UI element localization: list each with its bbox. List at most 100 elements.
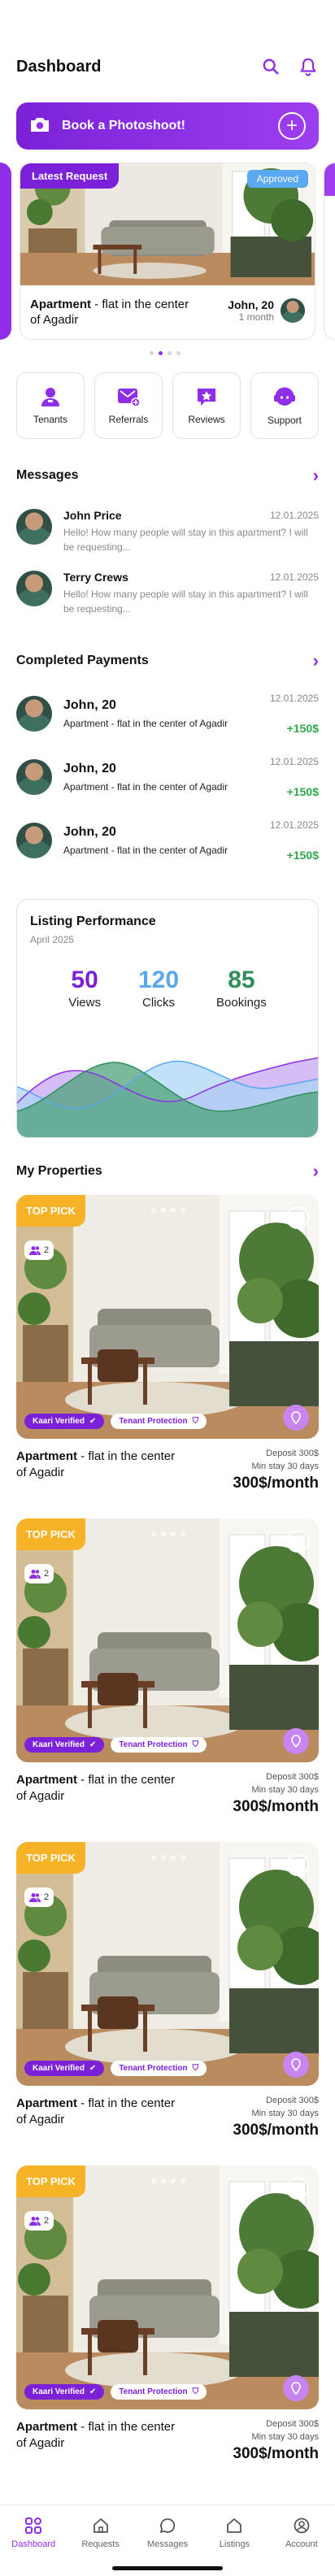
- latest-request-card[interactable]: Latest Request Approved Apartment - flat…: [20, 163, 315, 340]
- avatar: [16, 696, 52, 732]
- support-button[interactable]: Support: [250, 372, 319, 439]
- carousel-dot: [176, 351, 181, 355]
- listing-performance-card[interactable]: Listing Performance April 2025 50 Views …: [16, 899, 319, 1138]
- stat-clicks-label: Clicks: [142, 996, 176, 1010]
- performance-title: Listing Performance: [30, 914, 156, 928]
- property-card[interactable]: TOP PICK 2 Kaari Verified ✔ Tenant Protec…: [16, 1195, 319, 1496]
- support-icon: [274, 387, 295, 406]
- messages-header: Messages ›: [16, 467, 319, 484]
- property-card[interactable]: TOP PICK 2 Kaari Verified ✔ Tenant Protec…: [16, 2165, 319, 2466]
- message-preview: Hello! How many people will stay in this…: [63, 527, 308, 553]
- property-price: 300$/month: [233, 1798, 319, 1815]
- message-item[interactable]: Terry Crews 12.01.2025 Hello! How many p…: [16, 571, 319, 623]
- verified-label: Kaari Verified: [33, 1417, 85, 1426]
- tenants-button[interactable]: Tenants: [16, 372, 85, 439]
- protection-label: Tenant Protection: [119, 1740, 188, 1749]
- payment-item[interactable]: John, 20 Apartment - flat in the center …: [16, 816, 319, 865]
- nav-account-label: Account: [285, 2539, 318, 2549]
- page-title: Dashboard: [16, 57, 102, 76]
- payment-item[interactable]: John, 20 Apartment - flat in the center …: [16, 753, 319, 801]
- protection-label: Tenant Protection: [119, 2387, 188, 2396]
- carousel-prev-card[interactable]: [0, 163, 11, 340]
- verified-label: Kaari Verified: [33, 1740, 85, 1749]
- heart-icon[interactable]: [286, 2177, 309, 2200]
- nav-requests[interactable]: Requests: [67, 2505, 133, 2576]
- stat-bookings-value: 85: [228, 967, 255, 993]
- shield-icon: ⛉: [192, 2387, 199, 2396]
- property-pricing: Deposit 300$ Min stay 30 days 300$/month: [233, 2417, 319, 2463]
- stat-views-value: 50: [71, 967, 98, 993]
- plus-icon: +: [278, 112, 306, 140]
- property-badges: Kaari Verified ✔ Tenant Protection ⛉: [24, 1414, 207, 1429]
- message-sender: Terry Crews: [63, 571, 128, 584]
- chevron-right-icon[interactable]: ›: [313, 467, 319, 484]
- heart-icon[interactable]: [286, 1853, 309, 1876]
- guests-icon: [29, 2217, 41, 2226]
- book-photoshoot-button[interactable]: Book a Photoshoot! +: [16, 102, 319, 150]
- property-pricing: Deposit 300$ Min stay 30 days 300$/month: [233, 1770, 319, 1816]
- guest-count-chip: 2: [24, 1564, 54, 1583]
- top-pick-badge: TOP PICK: [16, 1195, 85, 1227]
- property-photo: TOP PICK 2 Kaari Verified ✔ Tenant Protec…: [16, 1195, 319, 1439]
- heart-icon[interactable]: [286, 1530, 309, 1553]
- property-photo: TOP PICK 2 Kaari Verified ✔ Tenant Protec…: [16, 1518, 319, 1762]
- payment-item[interactable]: John, 20 Apartment - flat in the center …: [16, 689, 319, 738]
- protection-badge: Tenant Protection ⛉: [111, 1414, 207, 1429]
- message-preview: Hello! How many people will stay in this…: [63, 589, 308, 615]
- property-min-stay: Min stay 30 days: [251, 2432, 319, 2442]
- property-price: 300$/month: [233, 2445, 319, 2462]
- protection-badge: Tenant Protection ⛉: [111, 2061, 207, 2076]
- payments-header: Completed Payments ›: [16, 652, 319, 670]
- guests-icon: [29, 1246, 41, 1255]
- avatar: [281, 298, 305, 323]
- pin-icon[interactable]: [283, 2052, 309, 2078]
- nav-dashboard[interactable]: Dashboard: [0, 2505, 67, 2576]
- photo-indicator: [151, 2179, 185, 2183]
- nav-messages[interactable]: Messages: [134, 2505, 201, 2576]
- nav-messages-label: Messages: [146, 2539, 189, 2549]
- nav-account[interactable]: Account: [268, 2505, 335, 2576]
- guest-count-chip: 2: [24, 1240, 54, 1260]
- message-item[interactable]: John Price 12.01.2025 Hello! How many pe…: [16, 509, 319, 561]
- heart-icon[interactable]: [286, 1206, 309, 1229]
- avatar: [16, 571, 52, 606]
- property-photo-image: [16, 1518, 319, 1762]
- reviews-icon: [198, 389, 215, 406]
- property-card[interactable]: TOP PICK 2 Kaari Verified ✔ Tenant Protec…: [16, 1842, 319, 2143]
- properties-header: My Properties ›: [16, 1162, 319, 1180]
- photo-indicator: [151, 1531, 185, 1536]
- guest-count: 2: [44, 1245, 50, 1255]
- chevron-right-icon[interactable]: ›: [313, 1162, 319, 1180]
- payments-title: Completed Payments: [16, 654, 149, 667]
- bell-icon[interactable]: [298, 56, 319, 77]
- home-icon: [227, 2518, 242, 2533]
- chevron-right-icon[interactable]: ›: [313, 652, 319, 670]
- protection-label: Tenant Protection: [119, 2064, 188, 2073]
- messages-title: Messages: [16, 468, 79, 482]
- avatar: [16, 823, 52, 858]
- carousel-next-card[interactable]: [324, 163, 335, 340]
- stat-bookings: 85 Bookings: [216, 967, 267, 1010]
- pin-icon[interactable]: [283, 2375, 309, 2401]
- property-price: 300$/month: [233, 2122, 319, 2139]
- search-icon[interactable]: [260, 56, 281, 77]
- nav-listings[interactable]: Listings: [201, 2505, 268, 2576]
- status-badge: Approved: [246, 170, 308, 188]
- message-sender: John Price: [63, 509, 122, 522]
- pin-icon[interactable]: [283, 1728, 309, 1754]
- pin-icon[interactable]: [283, 1405, 309, 1431]
- request-user: John, 20 1 month: [228, 298, 305, 323]
- top-pick-badge: TOP PICK: [16, 1518, 85, 1550]
- referrals-button[interactable]: Referrals: [94, 372, 163, 439]
- protection-label: Tenant Protection: [119, 1417, 188, 1426]
- check-icon: ✔: [89, 2064, 97, 2073]
- top-pick-badge: TOP PICK: [16, 1842, 85, 1874]
- home-indicator[interactable]: [112, 2566, 223, 2570]
- property-card[interactable]: TOP PICK 2 Kaari Verified ✔ Tenant Protec…: [16, 1518, 319, 1819]
- payment-amount: +150$: [286, 722, 319, 735]
- reviews-button[interactable]: Reviews: [172, 372, 241, 439]
- payment-name: John, 20: [63, 762, 116, 775]
- guest-count: 2: [44, 1569, 50, 1579]
- property-badges: Kaari Verified ✔ Tenant Protection ⛉: [24, 1737, 207, 1753]
- property-title-bold: Apartment: [16, 1773, 78, 1787]
